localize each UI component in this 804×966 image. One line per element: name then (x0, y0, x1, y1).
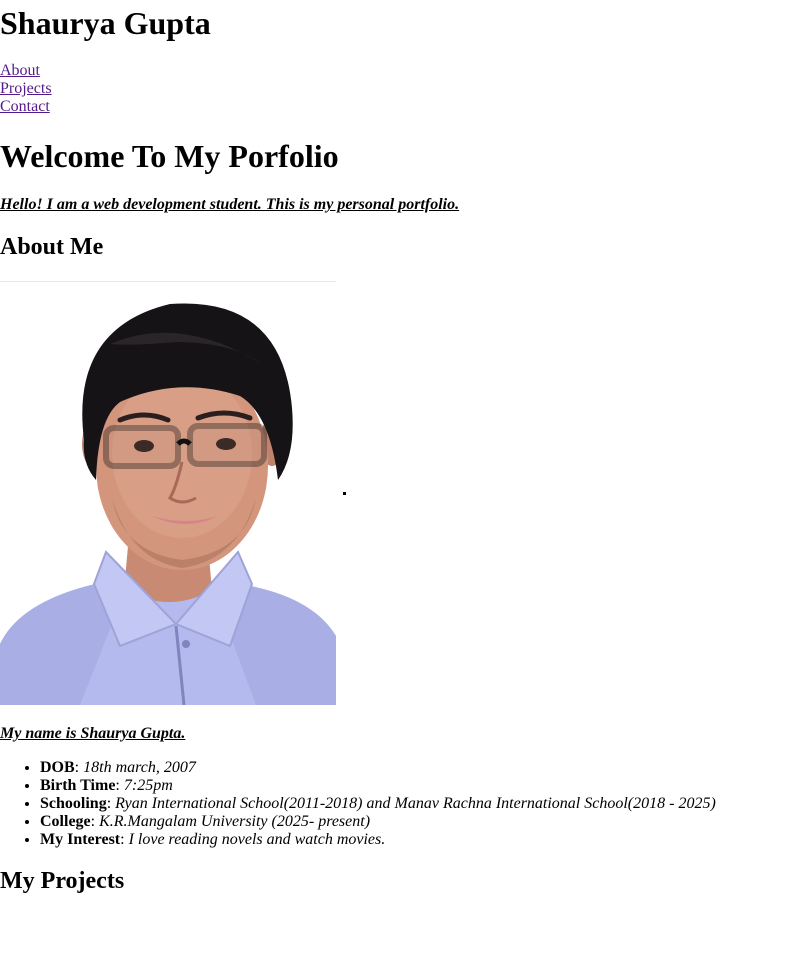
detail-schooling: Schooling: Ryan International School(201… (40, 795, 716, 813)
detail-label: DOB (40, 759, 75, 776)
detail-label: My Interest (40, 831, 121, 848)
detail-separator: : (120, 831, 129, 848)
about-heading: About Me (0, 234, 104, 260)
detail-separator: : (74, 759, 84, 776)
detail-separator: : (90, 813, 100, 830)
about-divider (0, 281, 336, 282)
detail-value: 7:25pm (123, 777, 173, 794)
details-list: DOB: 18th march, 2007 Birth Time: 7:25pm… (0, 759, 716, 849)
detail-dob: DOB: 18th march, 2007 (40, 759, 716, 777)
welcome-heading: Welcome To My Porfolio (0, 138, 339, 174)
detail-value: K.R.Mangalam University (2025- present) (99, 813, 371, 830)
detail-value: Ryan International School(2011-2018) and… (115, 795, 716, 812)
detail-value: I love reading novels and watch movies. (128, 831, 386, 848)
detail-birth-time: Birth Time: 7:25pm (40, 777, 716, 795)
detail-label: Birth Time (40, 777, 116, 794)
detail-label: College (40, 813, 91, 830)
nav-link-projects[interactable]: Projects (0, 80, 52, 98)
detail-college: College: K.R.Mangalam University (2025- … (40, 813, 716, 831)
projects-heading: My Projects (0, 868, 125, 894)
profile-photo (0, 284, 336, 705)
detail-separator: : (106, 795, 116, 812)
intro-text: Hello! I am a web development student. T… (0, 196, 460, 213)
stray-dot (343, 492, 346, 495)
detail-value: 18th march, 2007 (83, 759, 196, 776)
nav-link-contact[interactable]: Contact (0, 98, 50, 116)
detail-separator: : (115, 777, 124, 794)
detail-label: Schooling (40, 795, 107, 812)
name-line: My name is Shaurya Gupta. (0, 725, 186, 742)
site-title: Shaurya Gupta (0, 5, 211, 41)
nav-link-about[interactable]: About (0, 62, 40, 80)
detail-interest: My Interest: I love reading novels and w… (40, 831, 716, 849)
